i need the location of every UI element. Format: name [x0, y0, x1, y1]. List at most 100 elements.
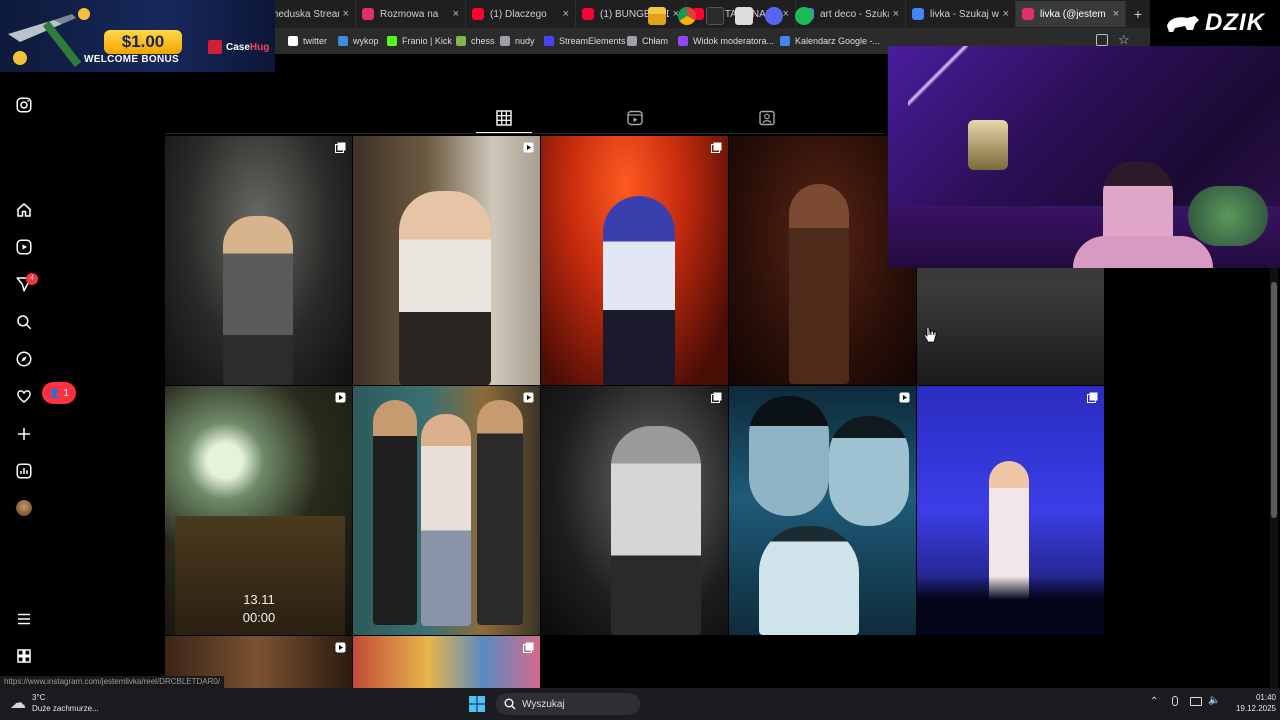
- tab-title: livka - Szukaj w G: [930, 8, 999, 20]
- also-from-meta-icon[interactable]: [14, 646, 34, 666]
- clock-date: 19.12.2025: [1235, 704, 1276, 713]
- browser-tab[interactable]: livka (@jestem ×: [1016, 1, 1126, 27]
- weather-temp: 3°C: [32, 693, 46, 702]
- notification-pill[interactable]: 👤 1: [42, 382, 76, 404]
- windows-start-icon[interactable]: [469, 696, 485, 712]
- profile-tabs-divider: [165, 133, 885, 134]
- close-tab-icon[interactable]: ×: [453, 8, 459, 20]
- hand-cursor-icon: [923, 326, 937, 343]
- browser-tab[interactable]: (1) Dlaczego ×: [466, 1, 576, 27]
- folder-icon: [500, 36, 510, 46]
- microphone-icon[interactable]: [1172, 696, 1178, 706]
- dashboard-icon[interactable]: [14, 461, 34, 481]
- bookmark-item[interactable]: StreamElements: [544, 33, 626, 49]
- post-tile[interactable]: [353, 636, 540, 688]
- browser-tab[interactable]: Rozmowa na ×: [356, 1, 466, 27]
- close-tab-icon[interactable]: ×: [563, 8, 569, 20]
- bookmark-label: Widok moderatora...: [693, 36, 775, 46]
- tab-title: meduska Stream: [270, 8, 339, 20]
- bookmark-item[interactable]: wykop: [338, 33, 379, 49]
- tagged-tab-icon[interactable]: [759, 110, 775, 126]
- new-tab-button[interactable]: +: [1126, 6, 1150, 22]
- browser-tab[interactable]: (1) BUNGEE - DZY×: [576, 1, 686, 27]
- tab-title: art deco - Szukaj: [820, 8, 889, 20]
- close-tab-icon[interactable]: ×: [343, 8, 349, 20]
- instagram-logo-icon[interactable]: [14, 95, 34, 115]
- reels-icon[interactable]: [14, 237, 34, 257]
- search-placeholder: Wyszukaj: [522, 698, 565, 710]
- post-tile[interactable]: [541, 386, 728, 635]
- wykop-icon: [338, 36, 348, 46]
- browser-tab[interactable]: livka - Szukaj w G ×: [906, 1, 1016, 27]
- system-clock[interactable]: 01:40 19.12.2025: [1222, 692, 1276, 714]
- tray-chevron-icon[interactable]: ⌃: [1150, 696, 1158, 707]
- bookmark-item[interactable]: chess: [456, 33, 495, 49]
- carousel-icon: [1087, 392, 1098, 403]
- create-plus-icon[interactable]: [14, 424, 34, 444]
- active-tab-indicator: [476, 132, 532, 133]
- discord-icon[interactable]: [765, 7, 783, 25]
- casehug-ad-banner[interactable]: $1.00 WELCOME BONUS Case Hug: [0, 0, 275, 72]
- posts-grid-icon[interactable]: [496, 110, 512, 126]
- explore-icon[interactable]: [14, 349, 34, 369]
- casehug-logo-icon: [208, 40, 222, 54]
- notifications-heart-icon[interactable]: [14, 386, 34, 406]
- share-icon[interactable]: [1096, 34, 1108, 46]
- calendar-icon: [780, 36, 790, 46]
- volume-icon[interactable]: 🔈: [1208, 695, 1220, 706]
- chrome-icon[interactable]: [678, 7, 696, 25]
- close-tab-icon[interactable]: ×: [1003, 8, 1009, 20]
- ad-brand: Case Hug: [208, 40, 269, 54]
- ad-bonus-text: WELCOME BONUS: [84, 54, 180, 65]
- file-explorer-icon[interactable]: [648, 7, 666, 25]
- carousel-icon: [523, 642, 534, 653]
- post-tile[interactable]: [353, 136, 540, 385]
- bookmark-item[interactable]: twitter: [288, 33, 327, 49]
- weather-widget[interactable]: ☁ 3°C Duże zachmurze...: [10, 692, 99, 714]
- home-icon[interactable]: [14, 200, 34, 220]
- bookmark-item[interactable]: nudy: [500, 33, 535, 49]
- youtube-icon: [472, 8, 484, 20]
- app-icon[interactable]: [706, 7, 724, 25]
- twitch-icon: [678, 36, 688, 46]
- chess-icon: [456, 36, 466, 46]
- bookmark-label: StreamElements: [559, 36, 626, 46]
- bookmark-label: wykop: [353, 36, 379, 46]
- clock-time: 01:40: [1255, 693, 1276, 702]
- search-icon[interactable]: [14, 312, 34, 332]
- tab-title: livka (@jestem: [1040, 8, 1106, 20]
- messages-badge: 4: [26, 273, 38, 285]
- person-icon: 👤: [49, 387, 61, 398]
- menu-hamburger-icon[interactable]: [14, 609, 34, 629]
- notification-count: 1: [63, 387, 69, 399]
- close-tab-icon[interactable]: ×: [893, 8, 899, 20]
- instagram-icon: [362, 8, 374, 20]
- profile-avatar[interactable]: [16, 500, 32, 516]
- bookmark-item[interactable]: Kalendarz Google -...: [780, 33, 880, 49]
- close-tab-icon[interactable]: ×: [1113, 8, 1119, 20]
- bookmark-item[interactable]: Franio | Kick: [387, 33, 452, 49]
- spotify-icon[interactable]: [795, 7, 813, 25]
- bookmark-item[interactable]: Widok moderatora...: [678, 33, 774, 49]
- status-url: https://www.instagram.com/jestemlivka/re…: [0, 676, 225, 688]
- tab-title: Rozmowa na: [380, 8, 439, 20]
- reels-tab-icon[interactable]: [627, 110, 643, 126]
- post-tile[interactable]: [353, 386, 540, 635]
- obs-icon[interactable]: [735, 7, 753, 25]
- bookmark-label: chess: [471, 36, 495, 46]
- page-scrollbar[interactable]: [1270, 268, 1278, 688]
- tab-title: (1) Dlaczego: [490, 8, 547, 20]
- scrollbar-thumb[interactable]: [1271, 282, 1277, 518]
- close-tab-icon[interactable]: ×: [783, 8, 789, 20]
- streamer-webcam: [888, 46, 1280, 268]
- network-icon[interactable]: [1190, 697, 1202, 706]
- post-tile[interactable]: [165, 136, 352, 385]
- post-tile[interactable]: [917, 386, 1104, 635]
- bookmark-item[interactable]: Chłam: [627, 33, 668, 49]
- carousel-icon: [335, 142, 346, 153]
- post-tile[interactable]: [541, 136, 728, 385]
- taskbar-search[interactable]: Wyszukaj: [496, 693, 640, 715]
- streamelements-icon: [544, 36, 554, 46]
- post-tile[interactable]: 13.11 00:00: [165, 386, 352, 635]
- post-tile[interactable]: [729, 386, 916, 635]
